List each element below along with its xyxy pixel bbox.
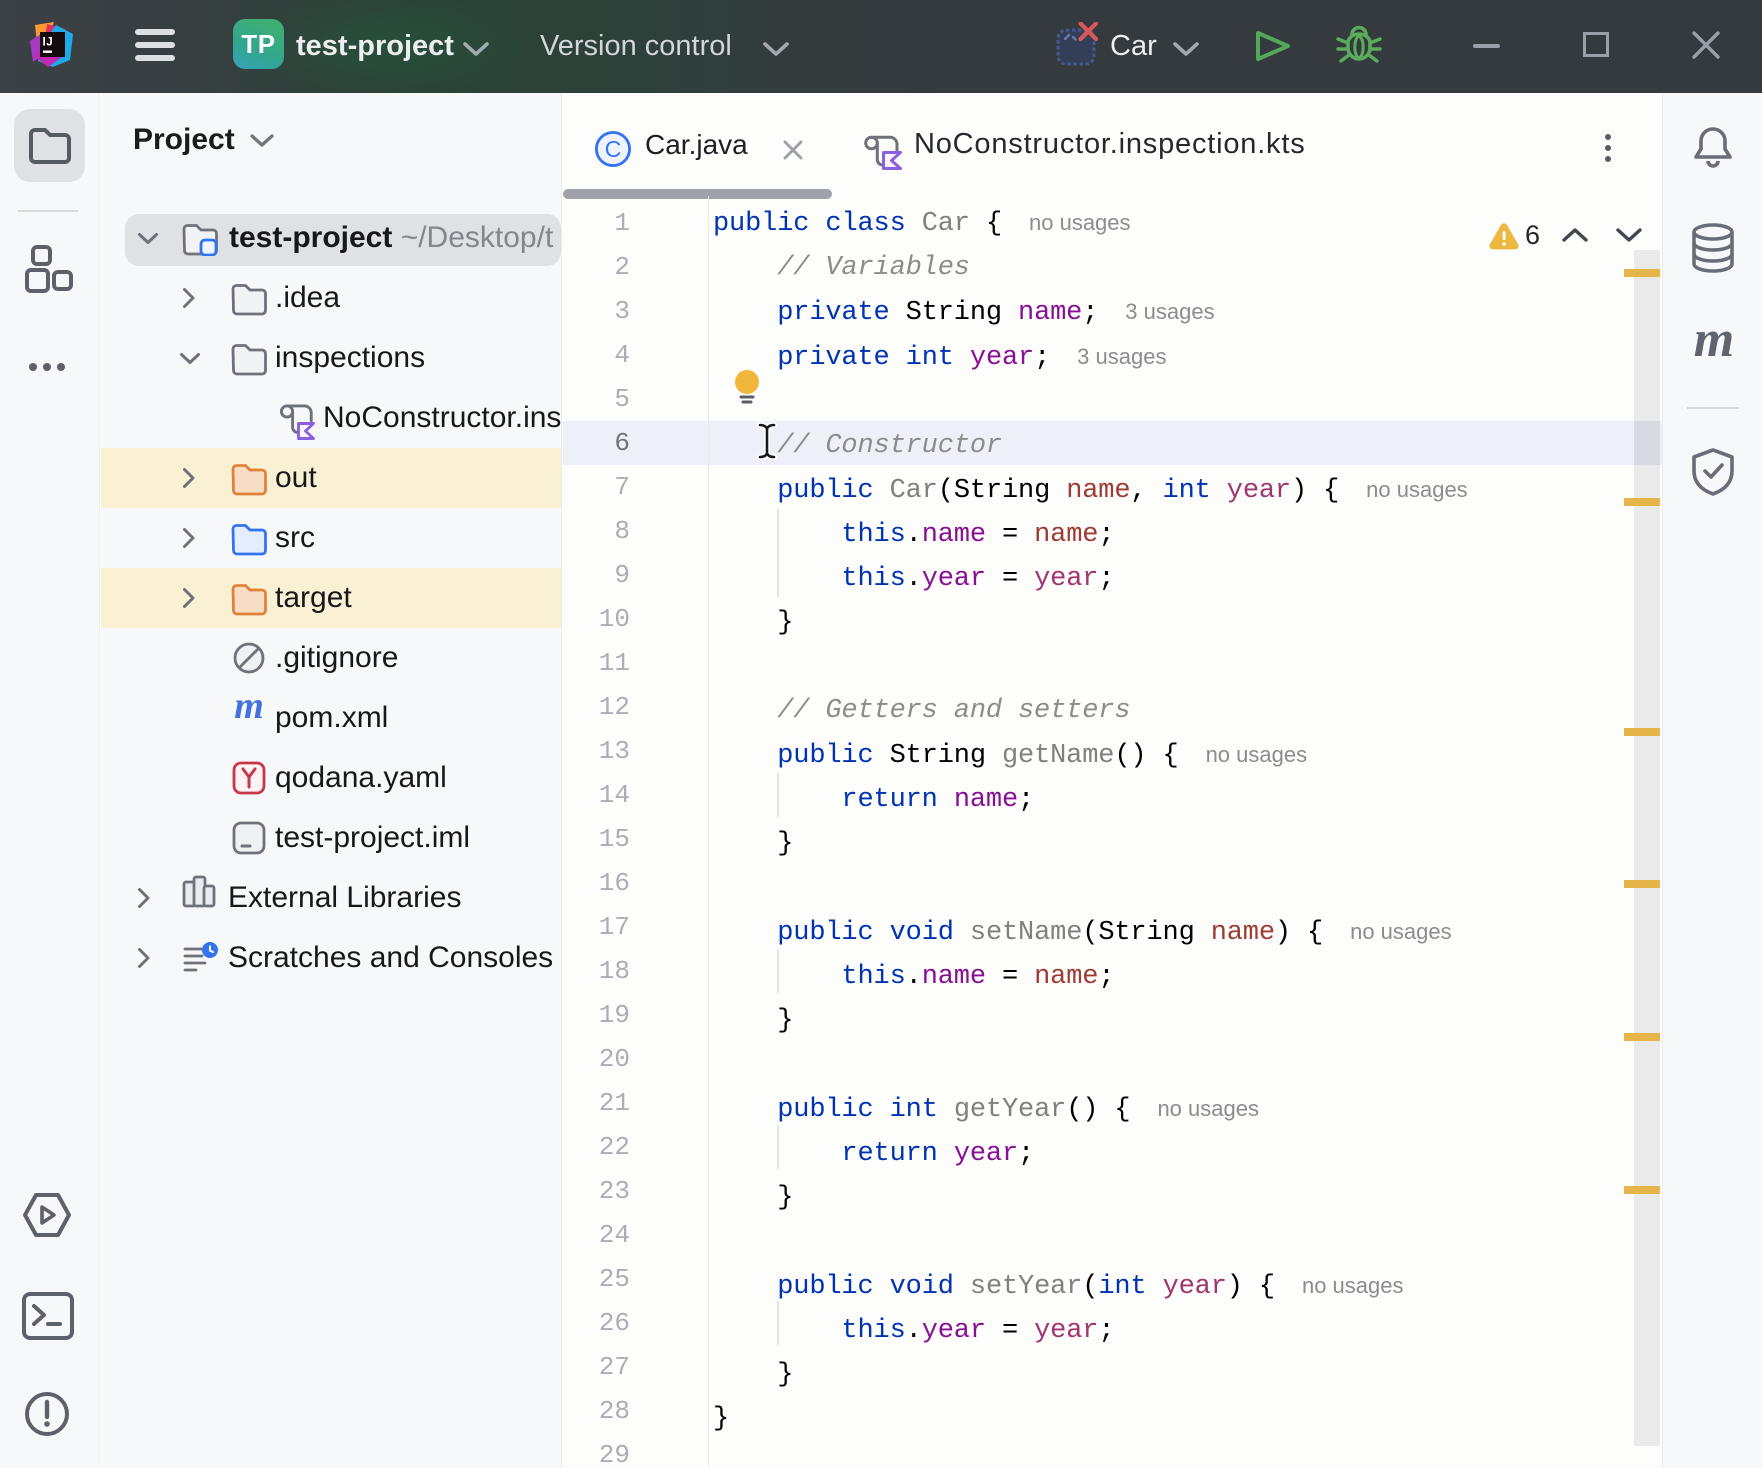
svg-text:C: C — [605, 136, 622, 162]
svg-text:IJ: IJ — [43, 37, 54, 49]
